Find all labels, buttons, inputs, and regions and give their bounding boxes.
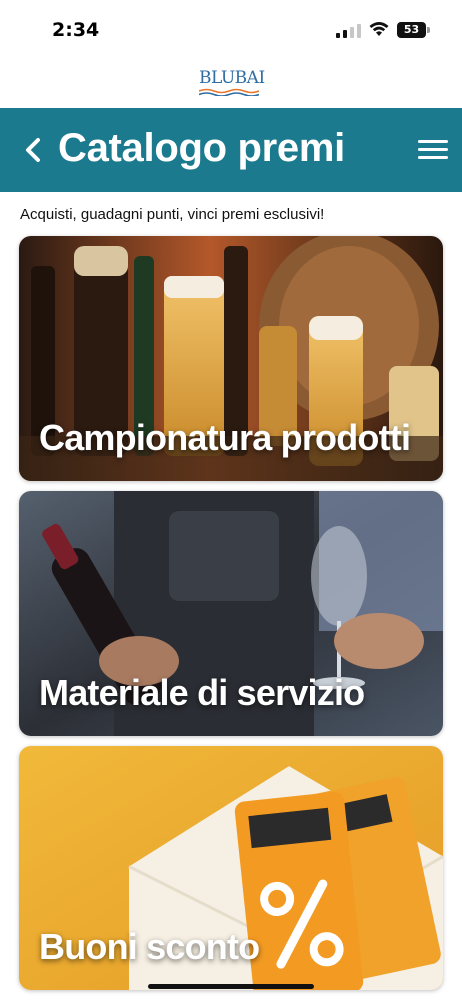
card-campionatura-prodotti[interactable]: Campionatura prodotti	[19, 236, 443, 481]
card-materiale-di-servizio[interactable]: Materiale di servizio	[19, 491, 443, 736]
logo-text: BLUBAI	[199, 68, 265, 88]
page-subtitle: Acquisti, guadagni punti, vinci premi es…	[20, 206, 325, 223]
status-time: 2:34	[52, 19, 100, 41]
card-label: Buoni sconto	[39, 926, 260, 967]
home-indicator[interactable]	[148, 984, 314, 989]
header-bar: Catalogo premi	[0, 108, 462, 192]
hamburger-menu-icon[interactable]	[418, 138, 448, 162]
wifi-icon	[369, 22, 389, 36]
signal-icon	[336, 24, 361, 38]
battery-level: 53	[403, 23, 420, 36]
card-buoni-sconto[interactable]: Buoni sconto	[19, 746, 443, 990]
battery-icon: 53	[397, 22, 430, 38]
app-logo: BLUBAI	[199, 66, 265, 98]
card-label: Campionatura prodotti	[39, 417, 411, 458]
back-chevron-icon[interactable]	[22, 136, 44, 164]
page-title: Catalogo premi	[58, 126, 345, 170]
card-label: Materiale di servizio	[39, 672, 365, 713]
status-bar: 2:34 53	[0, 0, 462, 58]
waves-icon	[199, 88, 259, 96]
